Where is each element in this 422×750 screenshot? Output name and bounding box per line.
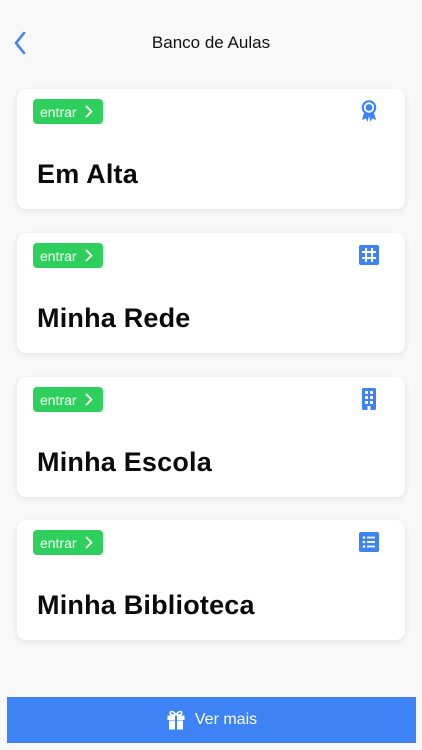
list-icon	[357, 530, 381, 554]
enter-badge-label: entrar	[40, 103, 77, 120]
award-ribbon-icon	[357, 99, 381, 123]
enter-badge-label: entrar	[40, 391, 77, 408]
enter-badge-label: entrar	[40, 534, 77, 551]
card-minha-biblioteca[interactable]: entrar Minha Biblioteca	[17, 520, 405, 640]
chevron-right-icon	[85, 105, 92, 118]
enter-badge[interactable]: entrar	[33, 99, 103, 124]
card-title: Minha Rede	[37, 303, 191, 333]
card-minha-rede[interactable]: entrar Minha Rede	[17, 233, 405, 353]
chevron-right-icon	[85, 393, 92, 406]
ver-mais-label: Ver mais	[194, 711, 258, 728]
enter-badge[interactable]: entrar	[33, 243, 103, 268]
grid-icon	[357, 243, 381, 267]
navigation-bar: Banco de Aulas	[0, 0, 422, 88]
card-minha-escola[interactable]: entrar Minha Escola	[17, 377, 405, 497]
card-title: Minha Biblioteca	[37, 590, 255, 620]
card-em-alta[interactable]: entrar Em Alta	[17, 89, 405, 209]
gift-icon	[167, 710, 185, 730]
card-title: Em Alta	[37, 159, 138, 189]
chevron-right-icon	[85, 536, 92, 549]
screen: Banco de Aulas entrar Em Alta entrar Min…	[0, 0, 422, 750]
page-title: Banco de Aulas	[151, 33, 271, 52]
enter-badge-label: entrar	[40, 247, 77, 264]
chevron-right-icon	[85, 249, 92, 262]
card-title: Minha Escola	[37, 447, 212, 477]
enter-badge[interactable]: entrar	[33, 387, 103, 412]
enter-badge[interactable]: entrar	[33, 530, 103, 555]
chevron-left-icon	[14, 31, 26, 55]
building-icon	[357, 387, 381, 411]
back-button[interactable]	[4, 26, 36, 60]
ver-mais-button[interactable]: Ver mais	[7, 697, 416, 743]
